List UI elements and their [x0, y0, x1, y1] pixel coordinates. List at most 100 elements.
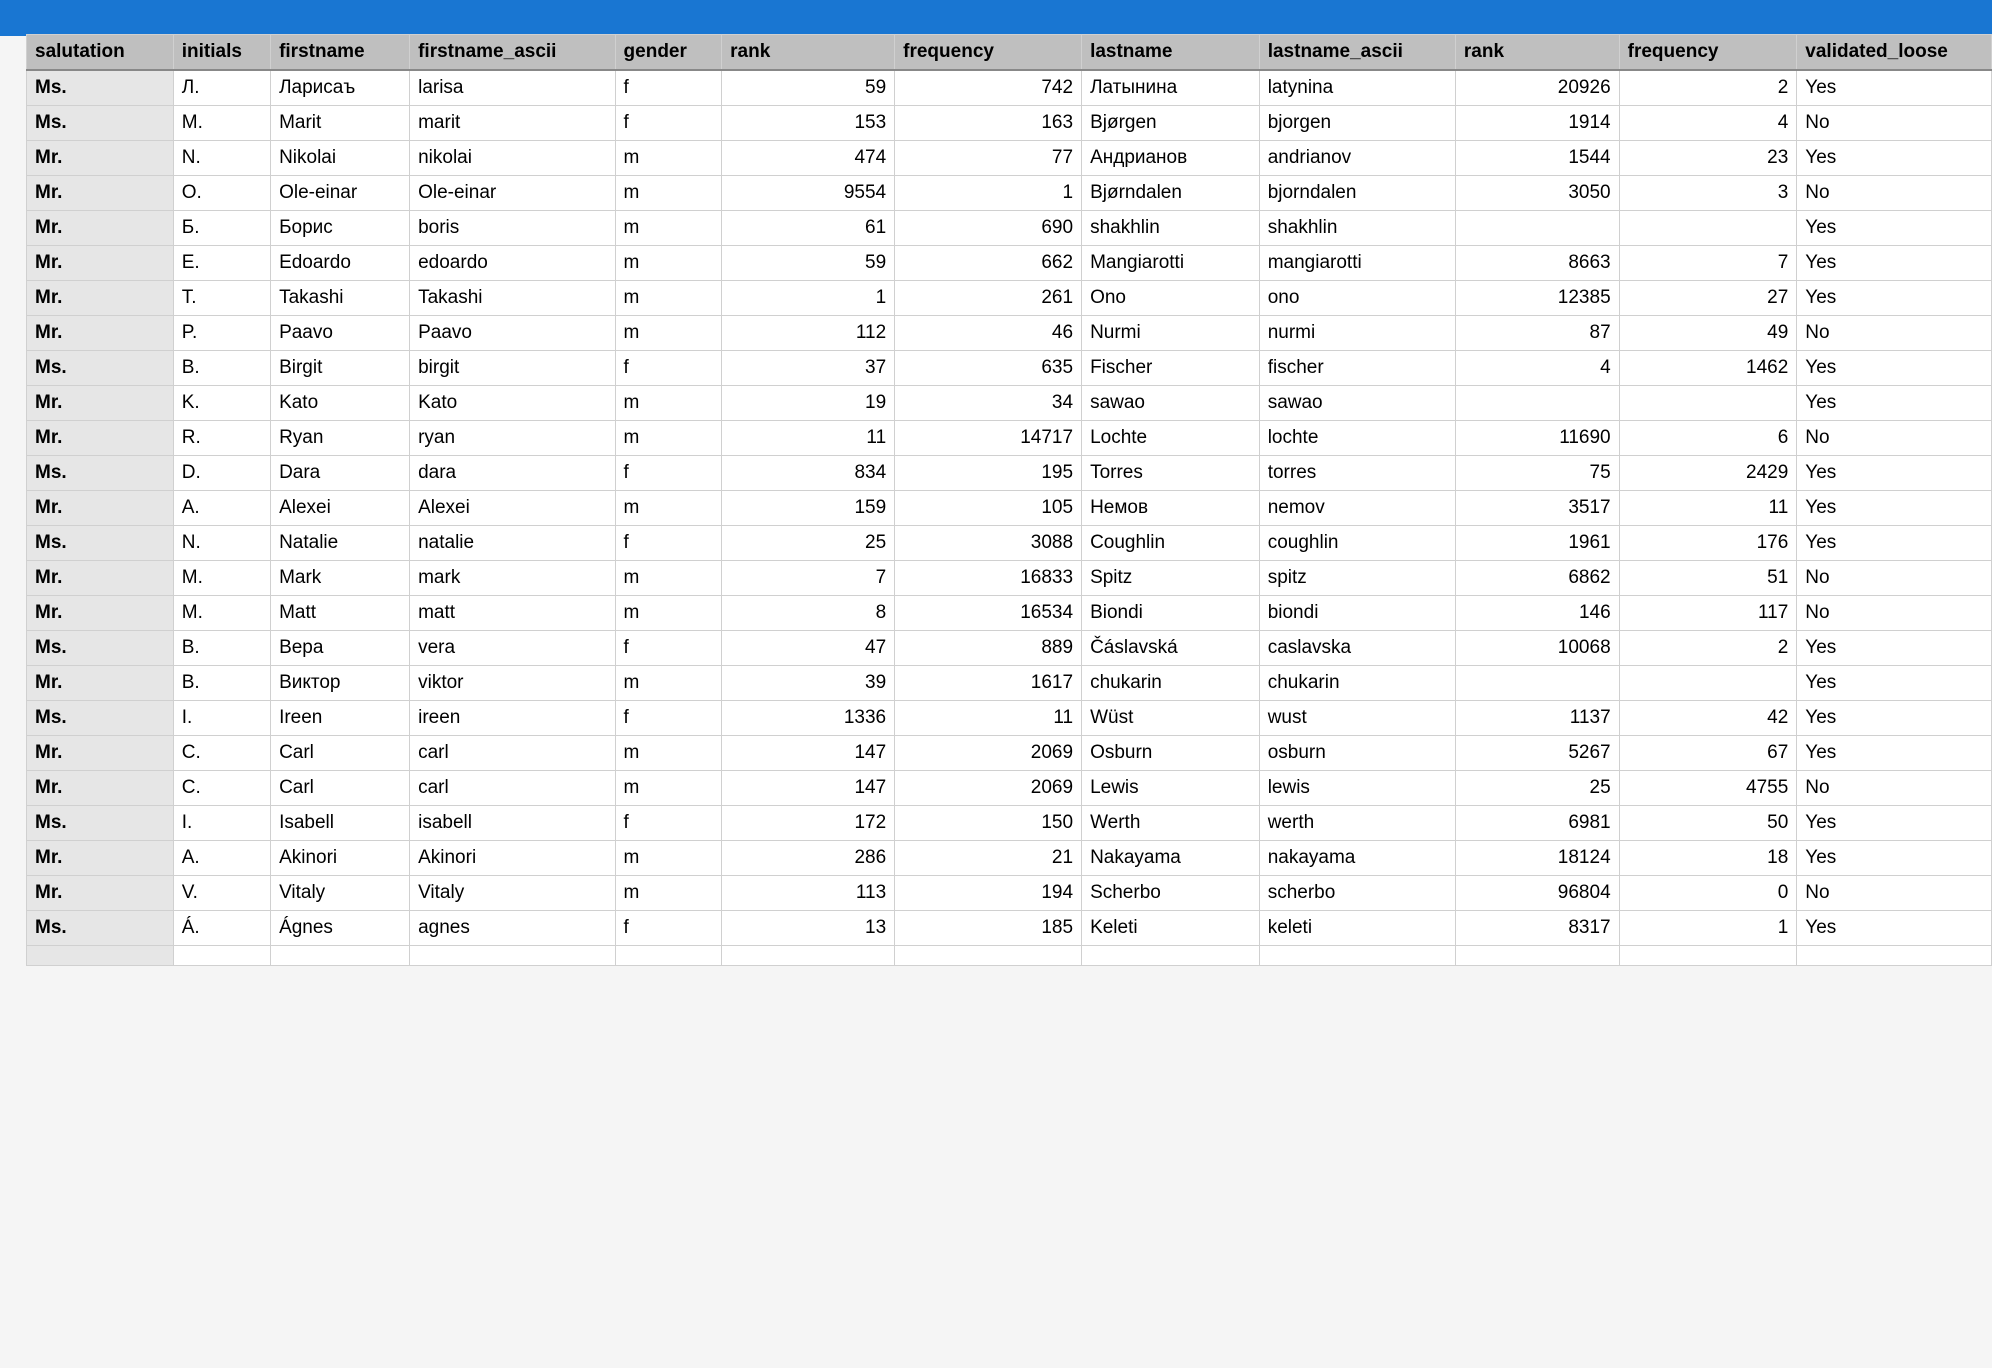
cell-lastname_ascii[interactable]: lewis [1259, 771, 1455, 806]
cell-firstname[interactable]: Ireen [271, 701, 410, 736]
cell-frequency1[interactable]: 2069 [895, 771, 1082, 806]
cell-lastname[interactable] [1082, 946, 1260, 966]
cell-lastname_ascii[interactable]: latynina [1259, 70, 1455, 106]
cell-lastname[interactable]: shakhlin [1082, 211, 1260, 246]
cell-frequency1[interactable]: 1 [895, 176, 1082, 211]
cell-frequency2[interactable]: 27 [1619, 281, 1797, 316]
cell-gender[interactable]: f [615, 106, 722, 141]
cell-validated_loose[interactable]: Yes [1797, 456, 1992, 491]
cell-frequency1[interactable]: 163 [895, 106, 1082, 141]
cell-gender[interactable]: m [615, 596, 722, 631]
cell-gender[interactable]: m [615, 246, 722, 281]
cell-rank1[interactable]: 59 [722, 70, 895, 106]
cell-frequency2[interactable]: 23 [1619, 141, 1797, 176]
cell-firstname_ascii[interactable]: vera [410, 631, 615, 666]
cell-rank1[interactable]: 37 [722, 351, 895, 386]
cell-rank1[interactable]: 1 [722, 281, 895, 316]
cell-rank1[interactable]: 7 [722, 561, 895, 596]
cell-lastname[interactable]: Немов [1082, 491, 1260, 526]
cell-validated_loose[interactable]: Yes [1797, 736, 1992, 771]
cell-frequency1[interactable]: 11 [895, 701, 1082, 736]
cell-initials[interactable]: Á. [173, 911, 270, 946]
cell-initials[interactable]: N. [173, 141, 270, 176]
cell-firstname[interactable]: Ágnes [271, 911, 410, 946]
cell-lastname[interactable]: Bjørndalen [1082, 176, 1260, 211]
cell-salutation[interactable]: Ms. [27, 106, 174, 141]
cell-salutation[interactable]: Mr. [27, 666, 174, 701]
cell-frequency1[interactable]: 16534 [895, 596, 1082, 631]
cell-rank1[interactable]: 172 [722, 806, 895, 841]
cell-rank1[interactable]: 9554 [722, 176, 895, 211]
cell-firstname[interactable]: Dara [271, 456, 410, 491]
cell-salutation[interactable]: Mr. [27, 316, 174, 351]
cell-salutation[interactable]: Mr. [27, 596, 174, 631]
cell-lastname_ascii[interactable]: spitz [1259, 561, 1455, 596]
cell-lastname[interactable]: Werth [1082, 806, 1260, 841]
table-row[interactable]: Mr.T.TakashiTakashim1261Onoono1238527Yes [27, 281, 1992, 316]
column-header-rank1[interactable]: rank [722, 35, 895, 71]
cell-firstname[interactable]: Carl [271, 736, 410, 771]
cell-frequency1[interactable]: 889 [895, 631, 1082, 666]
cell-firstname[interactable]: Natalie [271, 526, 410, 561]
cell-rank2[interactable]: 10068 [1455, 631, 1619, 666]
cell-frequency2[interactable]: 2429 [1619, 456, 1797, 491]
cell-validated_loose[interactable]: Yes [1797, 701, 1992, 736]
cell-rank1[interactable]: 474 [722, 141, 895, 176]
cell-firstname_ascii[interactable]: Paavo [410, 316, 615, 351]
table-row[interactable]: Mr.C.Carlcarlm1472069Osburnosburn526767Y… [27, 736, 1992, 771]
cell-salutation[interactable]: Mr. [27, 561, 174, 596]
cell-lastname[interactable]: Osburn [1082, 736, 1260, 771]
cell-firstname_ascii[interactable]: marit [410, 106, 615, 141]
cell-salutation[interactable]: Ms. [27, 351, 174, 386]
cell-validated_loose[interactable]: No [1797, 106, 1992, 141]
cell-initials[interactable]: Б. [173, 211, 270, 246]
table-row[interactable]: Mr.O.Ole-einarOle-einarm95541Bjørndalenb… [27, 176, 1992, 211]
cell-rank2[interactable]: 75 [1455, 456, 1619, 491]
cell-firstname_ascii[interactable]: Alexei [410, 491, 615, 526]
cell-firstname_ascii[interactable]: Takashi [410, 281, 615, 316]
cell-lastname[interactable]: Biondi [1082, 596, 1260, 631]
cell-firstname_ascii[interactable]: viktor [410, 666, 615, 701]
cell-frequency1[interactable]: 3088 [895, 526, 1082, 561]
cell-rank2[interactable]: 1914 [1455, 106, 1619, 141]
cell-rank2[interactable] [1455, 386, 1619, 421]
cell-validated_loose[interactable]: Yes [1797, 386, 1992, 421]
cell-salutation[interactable]: Mr. [27, 841, 174, 876]
cell-frequency2[interactable]: 50 [1619, 806, 1797, 841]
cell-frequency2[interactable]: 117 [1619, 596, 1797, 631]
table-row[interactable]: Mr.E.Edoardoedoardom59662Mangiarottimang… [27, 246, 1992, 281]
cell-firstname_ascii[interactable]: edoardo [410, 246, 615, 281]
table-row[interactable]: Ms.D.Daradaraf834195Torrestorres752429Ye… [27, 456, 1992, 491]
cell-frequency2[interactable]: 3 [1619, 176, 1797, 211]
cell-salutation[interactable]: Mr. [27, 421, 174, 456]
cell-firstname_ascii[interactable]: matt [410, 596, 615, 631]
cell-rank1[interactable]: 39 [722, 666, 895, 701]
cell-gender[interactable]: m [615, 281, 722, 316]
table-row[interactable]: Ms.В.Вераveraf47889Čáslavskácaslavska100… [27, 631, 1992, 666]
cell-rank2[interactable]: 6981 [1455, 806, 1619, 841]
cell-rank1[interactable] [722, 946, 895, 966]
cell-frequency2[interactable] [1619, 211, 1797, 246]
cell-lastname_ascii[interactable]: fischer [1259, 351, 1455, 386]
cell-initials[interactable]: I. [173, 806, 270, 841]
cell-firstname_ascii[interactable]: agnes [410, 911, 615, 946]
cell-firstname[interactable]: Kato [271, 386, 410, 421]
cell-salutation[interactable]: Ms. [27, 456, 174, 491]
cell-initials[interactable]: A. [173, 841, 270, 876]
cell-lastname[interactable]: Coughlin [1082, 526, 1260, 561]
table-row[interactable]: Ms.I.Ireenireenf133611Wüstwust113742Yes [27, 701, 1992, 736]
cell-lastname[interactable]: Nakayama [1082, 841, 1260, 876]
cell-frequency2[interactable]: 7 [1619, 246, 1797, 281]
cell-firstname[interactable]: Ryan [271, 421, 410, 456]
cell-lastname[interactable]: Lochte [1082, 421, 1260, 456]
cell-frequency1[interactable]: 690 [895, 211, 1082, 246]
cell-initials[interactable]: E. [173, 246, 270, 281]
table-row[interactable]: Mr.C.Carlcarlm1472069Lewislewis254755No [27, 771, 1992, 806]
cell-rank2[interactable] [1455, 211, 1619, 246]
cell-salutation[interactable]: Ms. [27, 911, 174, 946]
cell-rank1[interactable]: 147 [722, 771, 895, 806]
cell-firstname[interactable]: Matt [271, 596, 410, 631]
cell-frequency1[interactable]: 1617 [895, 666, 1082, 701]
cell-lastname[interactable]: sawao [1082, 386, 1260, 421]
cell-frequency1[interactable]: 185 [895, 911, 1082, 946]
